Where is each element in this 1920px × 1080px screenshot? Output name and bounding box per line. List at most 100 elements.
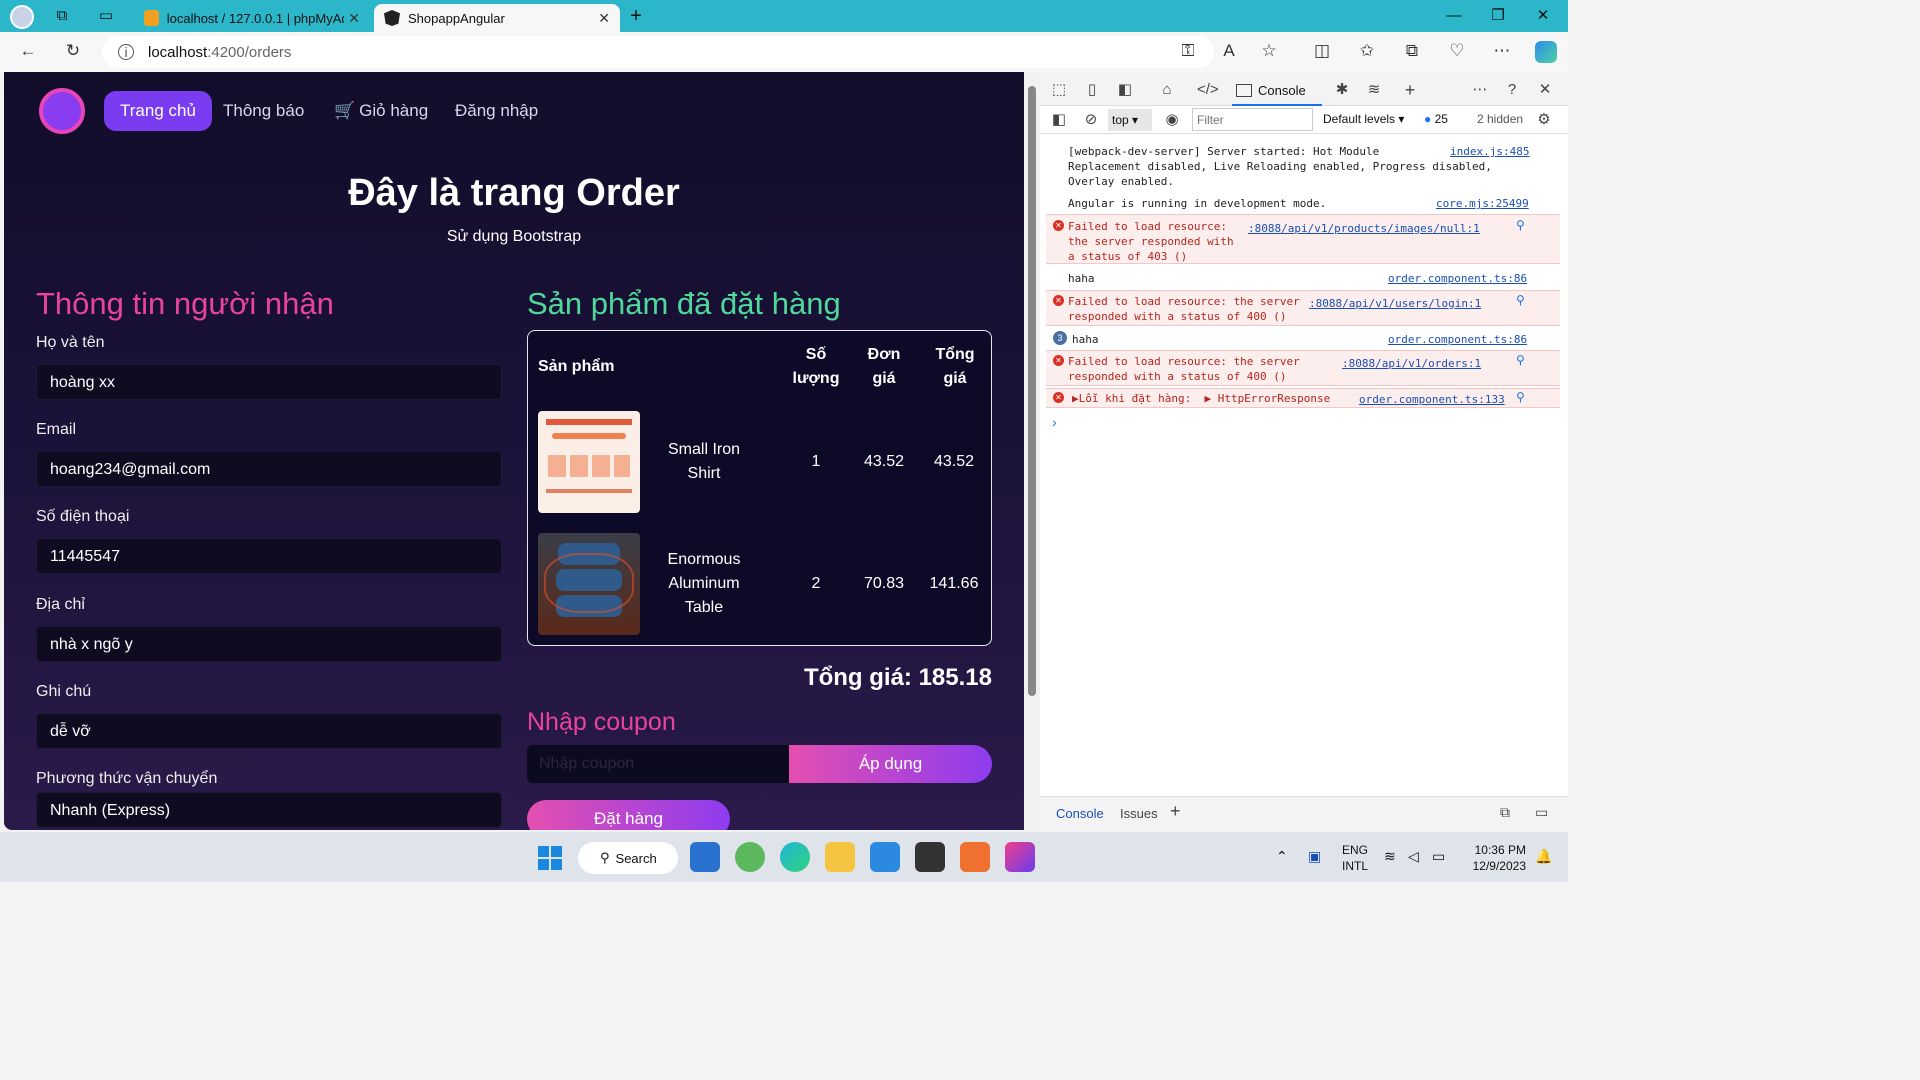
console-source-link[interactable]: core.mjs:25499 [1436,196,1529,211]
drawer-tab-console[interactable]: Console [1056,806,1104,821]
info-icon[interactable]: i [118,44,134,60]
app-icon[interactable] [735,842,765,872]
copilot-icon[interactable] [1535,41,1557,63]
close-tab-icon[interactable]: ✕ [598,10,610,27]
welcome-home-icon[interactable]: ⌂ [1157,80,1177,100]
email-field[interactable]: hoang234@gmail.com [36,451,502,487]
console-source-link[interactable]: order.component.ts:86 [1388,271,1527,286]
more-menu-icon[interactable]: ⋯ [1490,41,1514,61]
elements-icon[interactable]: </> [1197,80,1219,100]
coupon-input[interactable]: Nhập coupon [527,745,789,783]
file-explorer-icon[interactable] [825,842,855,872]
keyboard-layout: INTL [1342,859,1369,873]
site-logo[interactable] [39,88,85,134]
sidebar-toggle-icon[interactable]: ◧ [1049,110,1069,130]
taskbar-search[interactable]: ⚲ Search [578,842,678,874]
console-message[interactable]: ▶Lỗi khi đặt hàng: ▶ HttpErrorResponse [1072,391,1330,406]
wifi-icon[interactable]: ≋ [1384,848,1396,865]
close-drawer-icon[interactable]: ▭ [1535,804,1548,821]
fullname-field[interactable]: hoàng xx [36,364,502,400]
add-tool-icon[interactable]: + [1400,80,1420,100]
password-key-icon[interactable]: ⚿ [1176,41,1200,61]
vscode-icon[interactable] [870,842,900,872]
address-field[interactable]: nhà x ngõ y [36,626,502,662]
context-select[interactable]: top ▾ [1108,109,1152,131]
network-icon[interactable]: ≋ [1364,80,1384,100]
notification-bell-icon[interactable]: 🔔 [1535,848,1552,865]
profile-avatar[interactable] [10,5,34,29]
dock-drawer-icon[interactable]: ⧉ [1500,804,1510,821]
terminal-icon[interactable] [915,842,945,872]
console-prompt-icon[interactable]: › [1052,414,1057,430]
tab-actions-icon[interactable]: ▭ [96,6,116,26]
back-icon[interactable]: ← [16,41,40,61]
intellij-icon[interactable] [1005,842,1035,872]
console-source-link[interactable]: :8088/api/v1/products/images/null:1 [1248,221,1480,236]
split-screen-icon[interactable]: ◫ [1310,41,1334,61]
nav-notifications[interactable]: Thông báo [207,91,320,131]
new-tab-icon[interactable]: + [626,6,646,26]
product-image[interactable] [538,533,640,635]
collections-icon[interactable]: ⧉ [1400,41,1424,61]
tab-phpmyadmin[interactable]: localhost / 127.0.0.1 | phpMyAdm ✕ [134,4,370,32]
drawer-tab-issues[interactable]: Issues [1120,806,1158,821]
dock-icon[interactable]: ◧ [1115,80,1135,100]
address-bar[interactable]: i localhost:4200/orders [102,36,1214,68]
apply-coupon-button[interactable]: Áp dụng [789,745,992,783]
inspect-element-icon[interactable]: ⬚ [1049,80,1069,100]
nav-home[interactable]: Trang chủ [104,91,212,131]
mail-app-icon[interactable] [690,842,720,872]
search-icon[interactable]: ⚲ [1516,293,1525,307]
xampp-icon[interactable] [960,842,990,872]
tray-app-icon[interactable]: ▣ [1308,848,1321,865]
console-settings-icon[interactable]: ⚙ [1534,110,1554,130]
live-expression-icon[interactable]: ◉ [1162,110,1182,130]
more-options-icon[interactable]: ⋯ [1470,80,1490,100]
page-scrollbar[interactable] [1024,72,1040,830]
close-devtools-icon[interactable]: ✕ [1535,80,1555,100]
minimize-icon[interactable]: — [1444,6,1464,26]
issues-counter[interactable]: ● 25 [1424,112,1448,126]
nav-login[interactable]: Đăng nhập [439,91,554,131]
add-drawer-tab-icon[interactable]: + [1170,801,1181,822]
favorite-star-icon[interactable]: ☆ [1257,41,1281,61]
device-toolbar-icon[interactable]: ▯ [1082,80,1102,100]
workspaces-icon[interactable]: ⧉ [52,6,72,26]
help-icon[interactable]: ? [1502,80,1522,100]
place-order-button[interactable]: Đặt hàng [527,800,730,830]
maximize-icon[interactable]: ❐ [1488,6,1508,26]
console-source-link[interactable]: :8088/api/v1/orders:1 [1342,356,1481,371]
close-tab-icon[interactable]: ✕ [344,10,360,27]
shipping-select[interactable]: Nhanh (Express) [36,792,502,828]
nav-cart[interactable]: 🛒 Giỏ hàng [318,91,444,131]
address-label: Địa chỉ [36,596,85,613]
product-image[interactable] [538,411,640,513]
clear-console-icon[interactable]: ⊘ [1081,110,1101,130]
battery-icon[interactable]: ▭ [1432,848,1445,865]
console-source-link[interactable]: order.component.ts:86 [1388,332,1527,347]
tab-shopappangular[interactable]: ShopappAngular ✕ [374,4,620,32]
tab-console[interactable]: Console [1232,76,1322,106]
start-icon[interactable] [538,846,562,870]
browser-essentials-icon[interactable]: ♡ [1445,41,1469,61]
console-source-link[interactable]: order.component.ts:133 [1359,392,1505,407]
search-icon[interactable]: ⚲ [1516,353,1525,367]
refresh-icon[interactable]: ↻ [61,41,85,61]
show-hidden-icons[interactable]: ⌃ [1276,848,1288,865]
note-field[interactable]: dễ vỡ [36,713,502,749]
phone-field[interactable]: 11445547 [36,538,502,574]
volume-icon[interactable]: ◁ [1408,848,1419,865]
console-source-link[interactable]: :8088/api/v1/users/login:1 [1309,296,1481,311]
language-indicator[interactable]: ENG INTL [1342,842,1368,874]
favorites-icon[interactable]: ✩ [1355,41,1379,61]
log-levels-select[interactable]: Default levels ▾ [1323,112,1404,126]
read-aloud-icon[interactable]: A [1217,41,1241,61]
edge-browser-icon[interactable] [780,842,810,872]
console-filter-input[interactable] [1192,108,1313,131]
close-window-icon[interactable]: ✕ [1533,6,1553,26]
search-icon[interactable]: ⚲ [1516,218,1525,232]
search-icon[interactable]: ⚲ [1516,390,1525,404]
bug-icon[interactable]: ✱ [1332,80,1352,100]
console-source-link[interactable]: index.js:485 [1450,144,1529,159]
clock[interactable]: 10:36 PM 12/9/2023 [1466,842,1526,874]
